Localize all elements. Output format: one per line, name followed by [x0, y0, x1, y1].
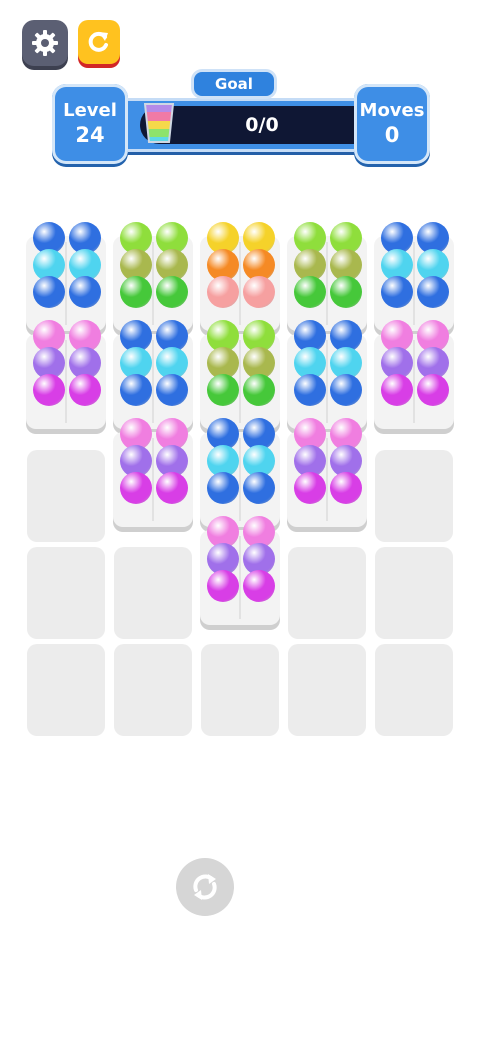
ball-magenta[interactable]: [417, 374, 449, 406]
ball-green[interactable]: [330, 276, 362, 308]
empty-slot[interactable]: [375, 644, 453, 736]
empty-slot[interactable]: [375, 450, 453, 542]
ball-blue[interactable]: [207, 472, 239, 504]
ball-magenta[interactable]: [294, 472, 326, 504]
ball-green[interactable]: [207, 374, 239, 406]
level-display: Level 24: [52, 84, 128, 164]
empty-slot[interactable]: [288, 547, 366, 639]
ball-green[interactable]: [120, 276, 152, 308]
moves-label: Moves: [359, 100, 425, 121]
moves-display: Moves 0: [354, 84, 430, 164]
ball-magenta[interactable]: [330, 472, 362, 504]
shuffle-button[interactable]: [176, 858, 234, 916]
settings-button[interactable]: [22, 20, 68, 66]
empty-slot[interactable]: [114, 547, 192, 639]
level-value: 24: [75, 123, 105, 147]
moves-value: 0: [384, 123, 400, 147]
goal-label: Goal: [194, 72, 274, 96]
ball-green[interactable]: [294, 276, 326, 308]
hud-panel: Goal 0/0 Level 24 Moves 0: [52, 72, 430, 166]
ball-blue[interactable]: [330, 374, 362, 406]
empty-slot[interactable]: [27, 644, 105, 736]
goal-progress-text: 0/0: [245, 114, 279, 136]
empty-slot[interactable]: [375, 547, 453, 639]
ball-blue[interactable]: [381, 276, 413, 308]
ball-blue[interactable]: [156, 374, 188, 406]
ball-magenta[interactable]: [207, 570, 239, 602]
ball-green[interactable]: [156, 276, 188, 308]
ball-blue[interactable]: [33, 276, 65, 308]
empty-slot[interactable]: [27, 450, 105, 542]
ball-magenta[interactable]: [243, 570, 275, 602]
ball-blue[interactable]: [417, 276, 449, 308]
empty-slot[interactable]: [288, 644, 366, 736]
ball-blue[interactable]: [294, 374, 326, 406]
empty-slot[interactable]: [114, 644, 192, 736]
ball-magenta[interactable]: [69, 374, 101, 406]
cup-icon: [144, 103, 174, 143]
level-label: Level: [63, 100, 117, 121]
restart-button[interactable]: [78, 20, 120, 64]
ball-magenta[interactable]: [33, 374, 65, 406]
ball-peach[interactable]: [243, 276, 275, 308]
shuffle-icon: [193, 874, 217, 900]
empty-slot[interactable]: [201, 644, 279, 736]
ball-blue[interactable]: [120, 374, 152, 406]
empty-slot[interactable]: [27, 547, 105, 639]
ball-peach[interactable]: [207, 276, 239, 308]
ball-magenta[interactable]: [120, 472, 152, 504]
ball-magenta[interactable]: [156, 472, 188, 504]
restart-icon: [88, 31, 108, 52]
ball-magenta[interactable]: [381, 374, 413, 406]
gear-icon: [32, 30, 58, 56]
ball-blue[interactable]: [69, 276, 101, 308]
ball-green[interactable]: [243, 374, 275, 406]
ball-blue[interactable]: [243, 472, 275, 504]
